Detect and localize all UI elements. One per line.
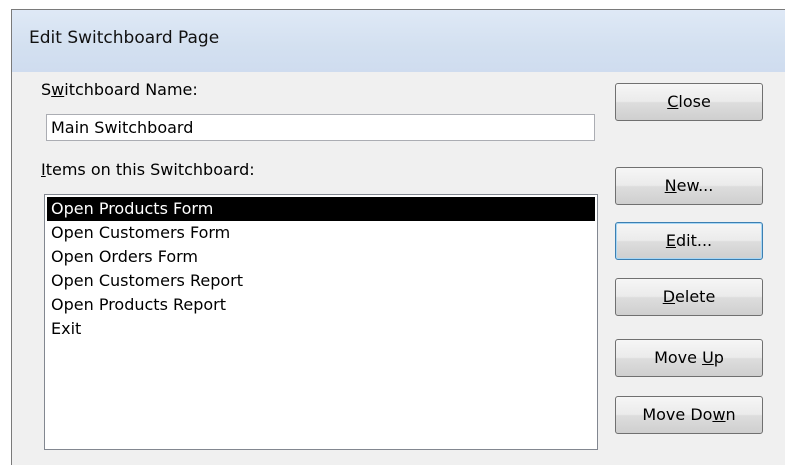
- switchboard-name-input[interactable]: [46, 114, 595, 141]
- list-item-label: Open Products Report: [51, 295, 227, 314]
- access-key: D: [662, 287, 676, 306]
- list-item[interactable]: Open Orders Form: [47, 245, 595, 269]
- list-item-label: Exit: [51, 319, 82, 338]
- edit-switchboard-dialog: Edit Switchboard Page Switchboard Name: …: [11, 9, 785, 465]
- list-item-label: Open Products Form: [51, 199, 214, 218]
- list-item-label: Open Orders Form: [51, 247, 199, 266]
- list-item[interactable]: Open Customers Form: [47, 221, 595, 245]
- move-down-button[interactable]: Move Down: [615, 396, 763, 434]
- edit-button[interactable]: Edit...: [615, 222, 763, 260]
- access-key: E: [665, 231, 676, 250]
- move-up-button[interactable]: Move Up: [615, 339, 763, 377]
- list-item[interactable]: Open Customers Report: [47, 269, 595, 293]
- delete-button[interactable]: Delete: [615, 278, 763, 316]
- close-button[interactable]: Close: [615, 83, 763, 121]
- switchboard-items-list[interactable]: Open Products Form Open Customers Form O…: [44, 194, 598, 450]
- access-key: w: [51, 80, 65, 99]
- list-item[interactable]: Exit: [47, 317, 595, 341]
- button-label: ew...: [676, 176, 714, 195]
- access-key: w: [712, 405, 726, 424]
- button-label: p: [713, 348, 724, 367]
- button-label: lose: [678, 92, 711, 111]
- access-key: N: [664, 176, 677, 195]
- button-label: Move: [654, 348, 703, 367]
- list-item[interactable]: Open Products Form: [47, 197, 595, 221]
- dialog-titlebar[interactable]: Edit Switchboard Page: [12, 10, 785, 72]
- items-list-label: Items on this Switchboard:: [41, 160, 255, 179]
- dialog-title: Edit Switchboard Page: [29, 28, 220, 48]
- label-text: tems on this Switchboard:: [45, 160, 255, 179]
- access-key: U: [702, 348, 714, 367]
- button-label: Move Do: [642, 405, 713, 424]
- button-label: n: [725, 405, 736, 424]
- list-item[interactable]: Open Products Report: [47, 293, 595, 317]
- button-label: dit...: [675, 231, 713, 250]
- new-button[interactable]: New...: [615, 167, 763, 205]
- switchboard-name-label: Switchboard Name:: [41, 80, 198, 99]
- button-label: elete: [675, 287, 716, 306]
- list-item-label: Open Customers Form: [51, 223, 231, 242]
- label-text: S: [41, 80, 52, 99]
- access-key: C: [667, 92, 679, 111]
- label-text: itchboard Name:: [64, 80, 198, 99]
- list-item-label: Open Customers Report: [51, 271, 243, 290]
